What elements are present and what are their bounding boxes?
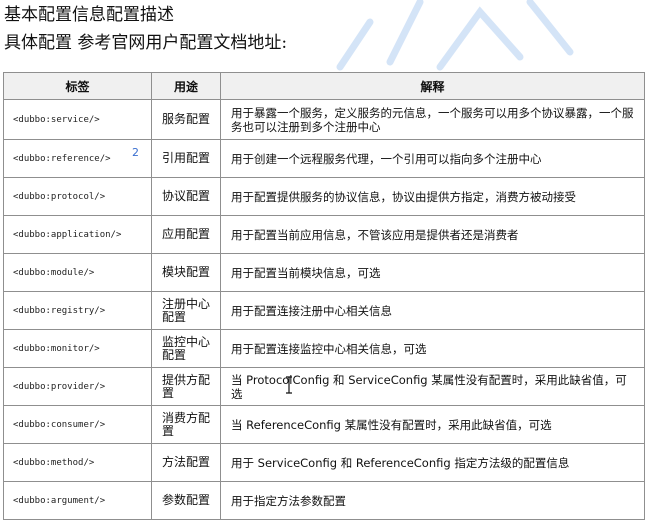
table-row: <dubbo:application/> 应用配置 用于配置当前应用信息，不管该…: [3, 215, 645, 254]
footnote-marker: 2: [132, 146, 139, 159]
tag-cell: <dubbo:protocol/>: [3, 177, 152, 216]
use-cell: 消费方配置: [151, 405, 221, 444]
use-cell: 引用配置: [151, 139, 221, 178]
tag-cell: <dubbo:registry/>: [3, 291, 152, 330]
table-row: <dubbo:service/> 服务配置 用于暴露一个服务，定义服务的元信息，…: [3, 99, 645, 140]
use-cell: 参数配置: [151, 481, 221, 520]
table-row: <dubbo:method/> 方法配置 用于 ServiceConfig 和 …: [3, 443, 645, 482]
table-header-row: 标签 用途 解释: [3, 72, 645, 100]
desc-cell: 用于指定方法参数配置: [220, 481, 645, 520]
desc-cell: 用于 ServiceConfig 和 ReferenceConfig 指定方法级…: [220, 443, 645, 482]
desc-cell: 用于配置提供服务的协议信息，协议由提供方指定，消费方被动接受: [220, 177, 645, 216]
tag-cell: <dubbo:service/>: [3, 99, 152, 140]
desc-cell: 用于配置连接注册中心相关信息: [220, 291, 645, 330]
table-row: <dubbo:monitor/> 监控中心配置 用于配置连接监控中心相关信息，可…: [3, 329, 645, 368]
tag-cell: <dubbo:provider/>: [3, 367, 152, 406]
tag-cell: <dubbo:module/>: [3, 253, 152, 292]
watermark-logo: [336, 0, 574, 71]
desc-cell: 用于配置连接监控中心相关信息，可选: [220, 329, 645, 368]
use-cell: 服务配置: [151, 99, 221, 140]
desc-cell: 用于创建一个远程服务代理，一个引用可以指向多个注册中心: [220, 139, 645, 178]
desc-cell: 用于暴露一个服务，定义服务的元信息，一个服务可以用多个协议暴露，一个服务也可以注…: [220, 99, 645, 140]
table-row: <dubbo:module/> 模块配置 用于配置当前模块信息，可选: [3, 253, 645, 292]
config-table: 标签 用途 解释 <dubbo:service/> 服务配置 用于暴露一个服务，…: [3, 72, 645, 520]
tag-text: <dubbo:reference/>: [13, 153, 111, 164]
config-reference-heading: 具体配置 参考官网用户配置文档地址:: [4, 33, 288, 53]
table-row: <dubbo:protocol/> 协议配置 用于配置提供服务的协议信息，协议由…: [3, 177, 645, 216]
tag-cell: <dubbo:consumer/>: [3, 405, 152, 444]
use-cell: 提供方配置: [151, 367, 221, 406]
section-heading: 基本配置信息配置描述: [4, 5, 174, 25]
column-header-tag: 标签: [3, 72, 152, 100]
use-cell: 注册中心配置: [151, 291, 221, 330]
table-row: <dubbo:provider/> 提供方配置 当 ProtocolConfig…: [3, 367, 645, 406]
use-cell: 应用配置: [151, 215, 221, 254]
column-header-use: 用途: [151, 72, 221, 100]
table-row: <dubbo:argument/> 参数配置 用于指定方法参数配置: [3, 481, 645, 520]
use-cell: 监控中心配置: [151, 329, 221, 368]
tag-cell: <dubbo:argument/>: [3, 481, 152, 520]
use-cell: 协议配置: [151, 177, 221, 216]
tag-cell: <dubbo:method/>: [3, 443, 152, 482]
use-cell: 方法配置: [151, 443, 221, 482]
column-header-desc: 解释: [220, 72, 645, 100]
desc-cell: 当 ReferenceConfig 某属性没有配置时，采用此缺省值，可选: [220, 405, 645, 444]
tag-cell: <dubbo:monitor/>: [3, 329, 152, 368]
use-cell: 模块配置: [151, 253, 221, 292]
tag-cell: <dubbo:application/>: [3, 215, 152, 254]
tag-cell: <dubbo:reference/> 2: [3, 139, 152, 178]
text-cursor-icon: [286, 376, 292, 394]
table-row: <dubbo:reference/> 2 引用配置 用于创建一个远程服务代理，一…: [3, 139, 645, 178]
desc-cell: 用于配置当前应用信息，不管该应用是提供者还是消费者: [220, 215, 645, 254]
desc-cell: 用于配置当前模块信息，可选: [220, 253, 645, 292]
table-row: <dubbo:registry/> 注册中心配置 用于配置连接注册中心相关信息: [3, 291, 645, 330]
table-row: <dubbo:consumer/> 消费方配置 当 ReferenceConfi…: [3, 405, 645, 444]
